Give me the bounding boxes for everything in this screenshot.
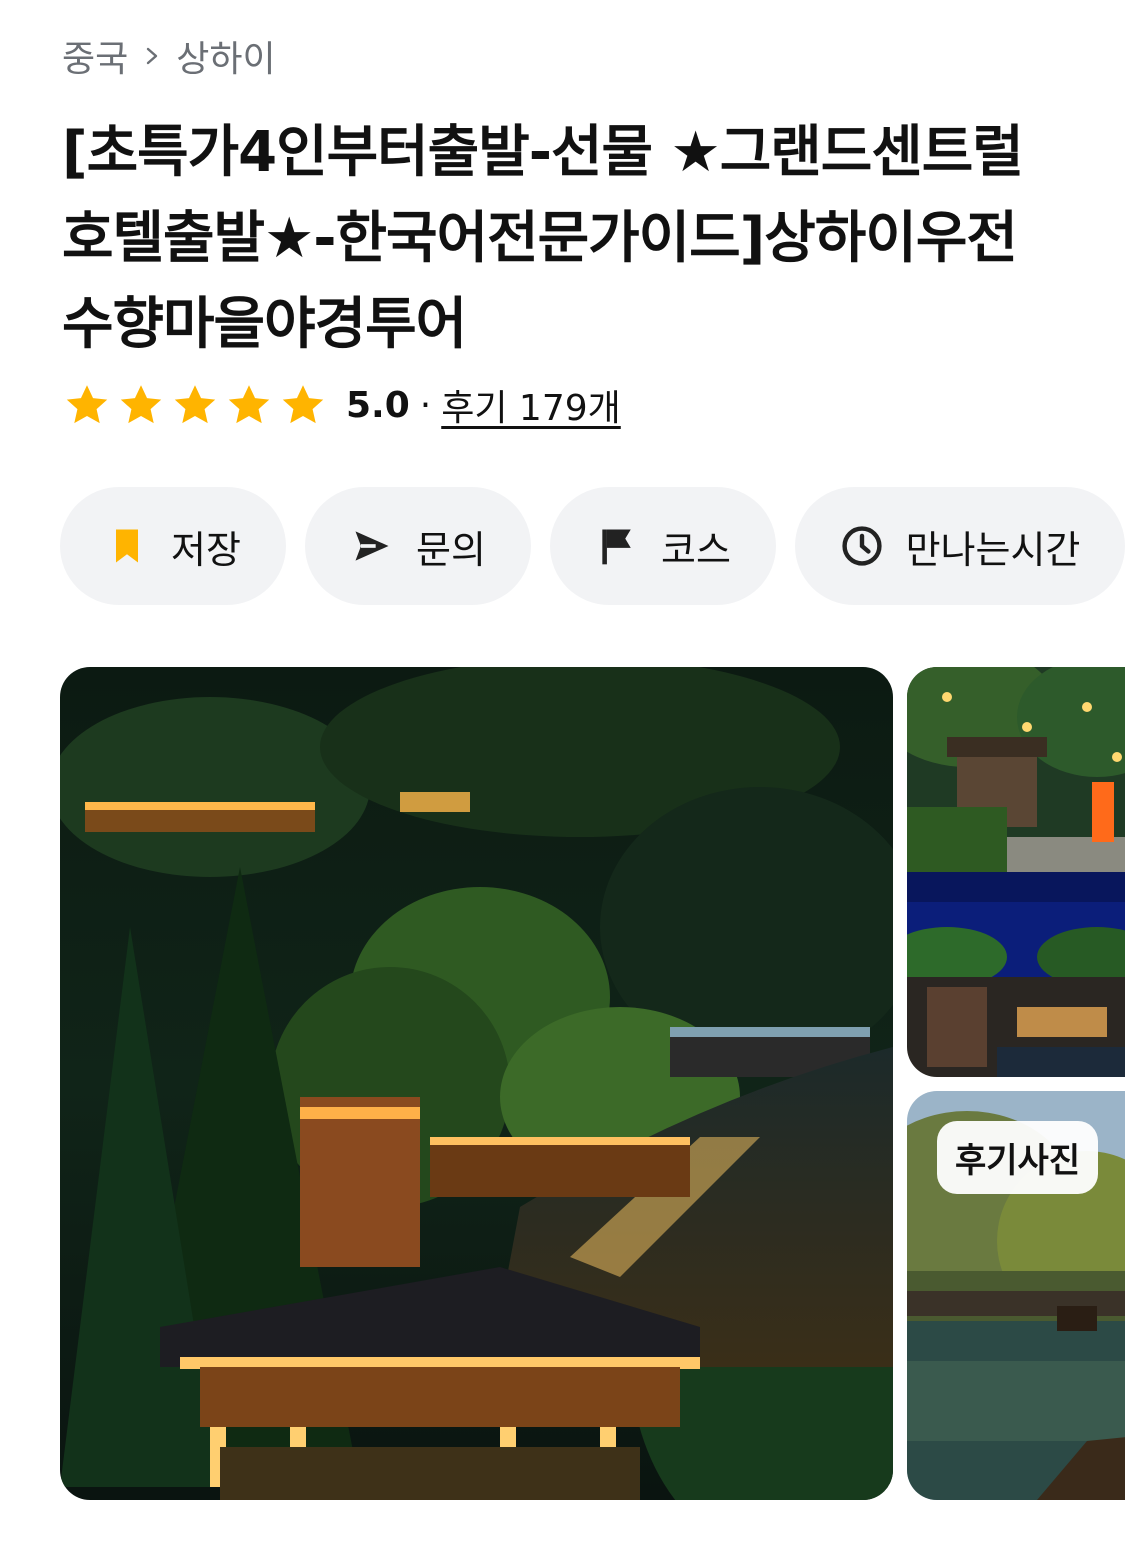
reviews-link[interactable]: 후기 179개	[441, 379, 621, 431]
page-title: [초특가4인부터출발-선물 ★그랜드센트럴호텔출발★-한국어전문가이드]상하이우…	[62, 120, 1024, 357]
rating-summary: 5.0 · 후기 179개	[62, 378, 621, 432]
breadcrumb-city[interactable]: 상하이	[176, 30, 275, 82]
send-icon	[355, 531, 389, 561]
star-icon	[282, 385, 324, 424]
gallery-thumbnail[interactable]	[907, 667, 1125, 1077]
course-button[interactable]: 코스	[550, 487, 776, 605]
meeting-time-label: 만나는시간	[905, 527, 1081, 572]
rating-score: 5.0	[346, 384, 410, 426]
star-icon	[228, 385, 270, 424]
rating-separator: ·	[419, 384, 432, 426]
action-bar: 저장 문의 코스 만나는시간	[60, 487, 1125, 605]
breadcrumb-country[interactable]: 중국	[62, 30, 128, 82]
meeting-time-button[interactable]: 만나는시간	[795, 487, 1125, 605]
star-icon	[120, 385, 162, 424]
review-photo-badge: 후기사진	[937, 1121, 1099, 1194]
review-photo-thumbnail[interactable]: 후기사진	[907, 1091, 1125, 1500]
chevron-right-icon	[147, 47, 158, 65]
save-button[interactable]: 저장	[60, 487, 286, 605]
clock-icon	[841, 526, 882, 566]
course-label: 코스	[661, 527, 731, 572]
star-icon	[66, 385, 108, 424]
inquiry-button[interactable]: 문의	[305, 487, 531, 605]
main-photo[interactable]	[60, 667, 893, 1500]
inquiry-label: 문의	[416, 527, 486, 572]
star-rating	[62, 380, 328, 430]
star-icon	[174, 385, 216, 424]
flag-icon	[602, 529, 631, 565]
save-label: 저장	[171, 527, 241, 572]
breadcrumb: 중국 상하이	[62, 30, 276, 82]
bookmark-icon	[116, 529, 139, 563]
product-page: 중국 상하이 [초특가4인부터출발-선물 ★그랜드센트럴호텔출발★-한국어전문가…	[0, 0, 1125, 1556]
